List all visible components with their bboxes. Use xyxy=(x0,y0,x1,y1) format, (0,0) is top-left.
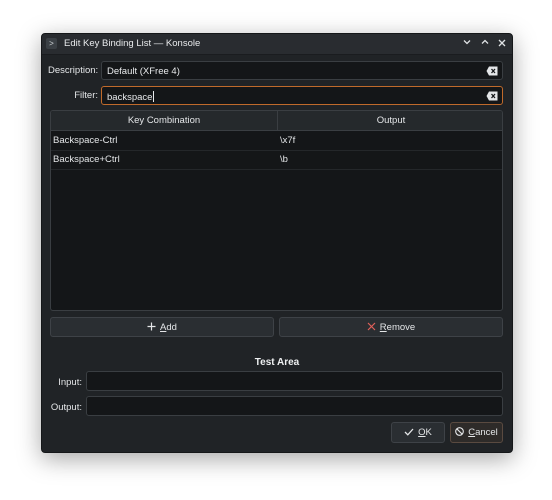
column-header-output[interactable]: Output xyxy=(278,115,502,126)
table-header: Key Combination Output xyxy=(51,111,502,131)
description-label: Description: xyxy=(48,65,99,76)
ok-label: K xyxy=(425,427,432,438)
remove-x-icon xyxy=(367,322,376,331)
dialog-window: > Edit Key Binding List — Konsole Descri… xyxy=(41,33,513,453)
input-label: Input: xyxy=(58,377,82,388)
output-cell: \b xyxy=(280,154,288,165)
maximize-chevron-up-icon[interactable] xyxy=(478,36,492,50)
konsole-terminal-icon: > xyxy=(46,38,57,49)
filter-value: backspace xyxy=(107,92,153,103)
add-button[interactable]: Add xyxy=(50,317,274,337)
description-value: Default (XFree 4) xyxy=(107,66,180,77)
output-cell: \x7f xyxy=(280,135,296,146)
remove-label: emove xyxy=(386,322,416,333)
test-input-field[interactable] xyxy=(86,371,503,391)
test-area-heading: Test Area xyxy=(254,357,300,368)
plus-icon xyxy=(147,322,156,331)
cancel-circle-icon xyxy=(455,427,465,436)
remove-accel: R xyxy=(379,322,387,333)
key-combination-cell: Backspace+Ctrl xyxy=(53,154,120,165)
remove-button[interactable]: Remove xyxy=(279,317,503,337)
filter-input[interactable]: backspace xyxy=(101,86,503,105)
title-bar[interactable]: > Edit Key Binding List — Konsole xyxy=(42,34,512,55)
checkmark-icon xyxy=(404,428,414,436)
table-row[interactable]: Backspace+Ctrl \b xyxy=(51,150,502,170)
ok-accel: O xyxy=(418,427,426,438)
description-field[interactable]: Default (XFree 4) xyxy=(101,61,503,80)
key-combination-cell: Backspace-Ctrl xyxy=(53,135,118,146)
filter-label: Filter: xyxy=(74,90,98,101)
key-binding-table[interactable]: Key Combination Output Backspace-Ctrl \x… xyxy=(50,110,503,311)
table-row[interactable]: Backspace-Ctrl \x7f xyxy=(51,131,502,151)
text-caret xyxy=(153,91,155,102)
clear-text-icon[interactable] xyxy=(486,66,498,76)
close-icon[interactable] xyxy=(495,36,509,50)
test-output-field[interactable] xyxy=(86,396,503,416)
window-title: Edit Key Binding List — Konsole xyxy=(64,38,201,49)
minimize-chevron-down-icon[interactable] xyxy=(460,36,474,50)
ok-button[interactable]: OK xyxy=(391,422,445,443)
cancel-button[interactable]: Cancel xyxy=(450,422,503,443)
add-label: dd xyxy=(166,322,177,333)
clear-text-icon[interactable] xyxy=(486,91,498,101)
cancel-label: ancel xyxy=(475,427,498,438)
output-label: Output: xyxy=(50,402,82,413)
column-header-key-combination[interactable]: Key Combination xyxy=(51,115,277,126)
